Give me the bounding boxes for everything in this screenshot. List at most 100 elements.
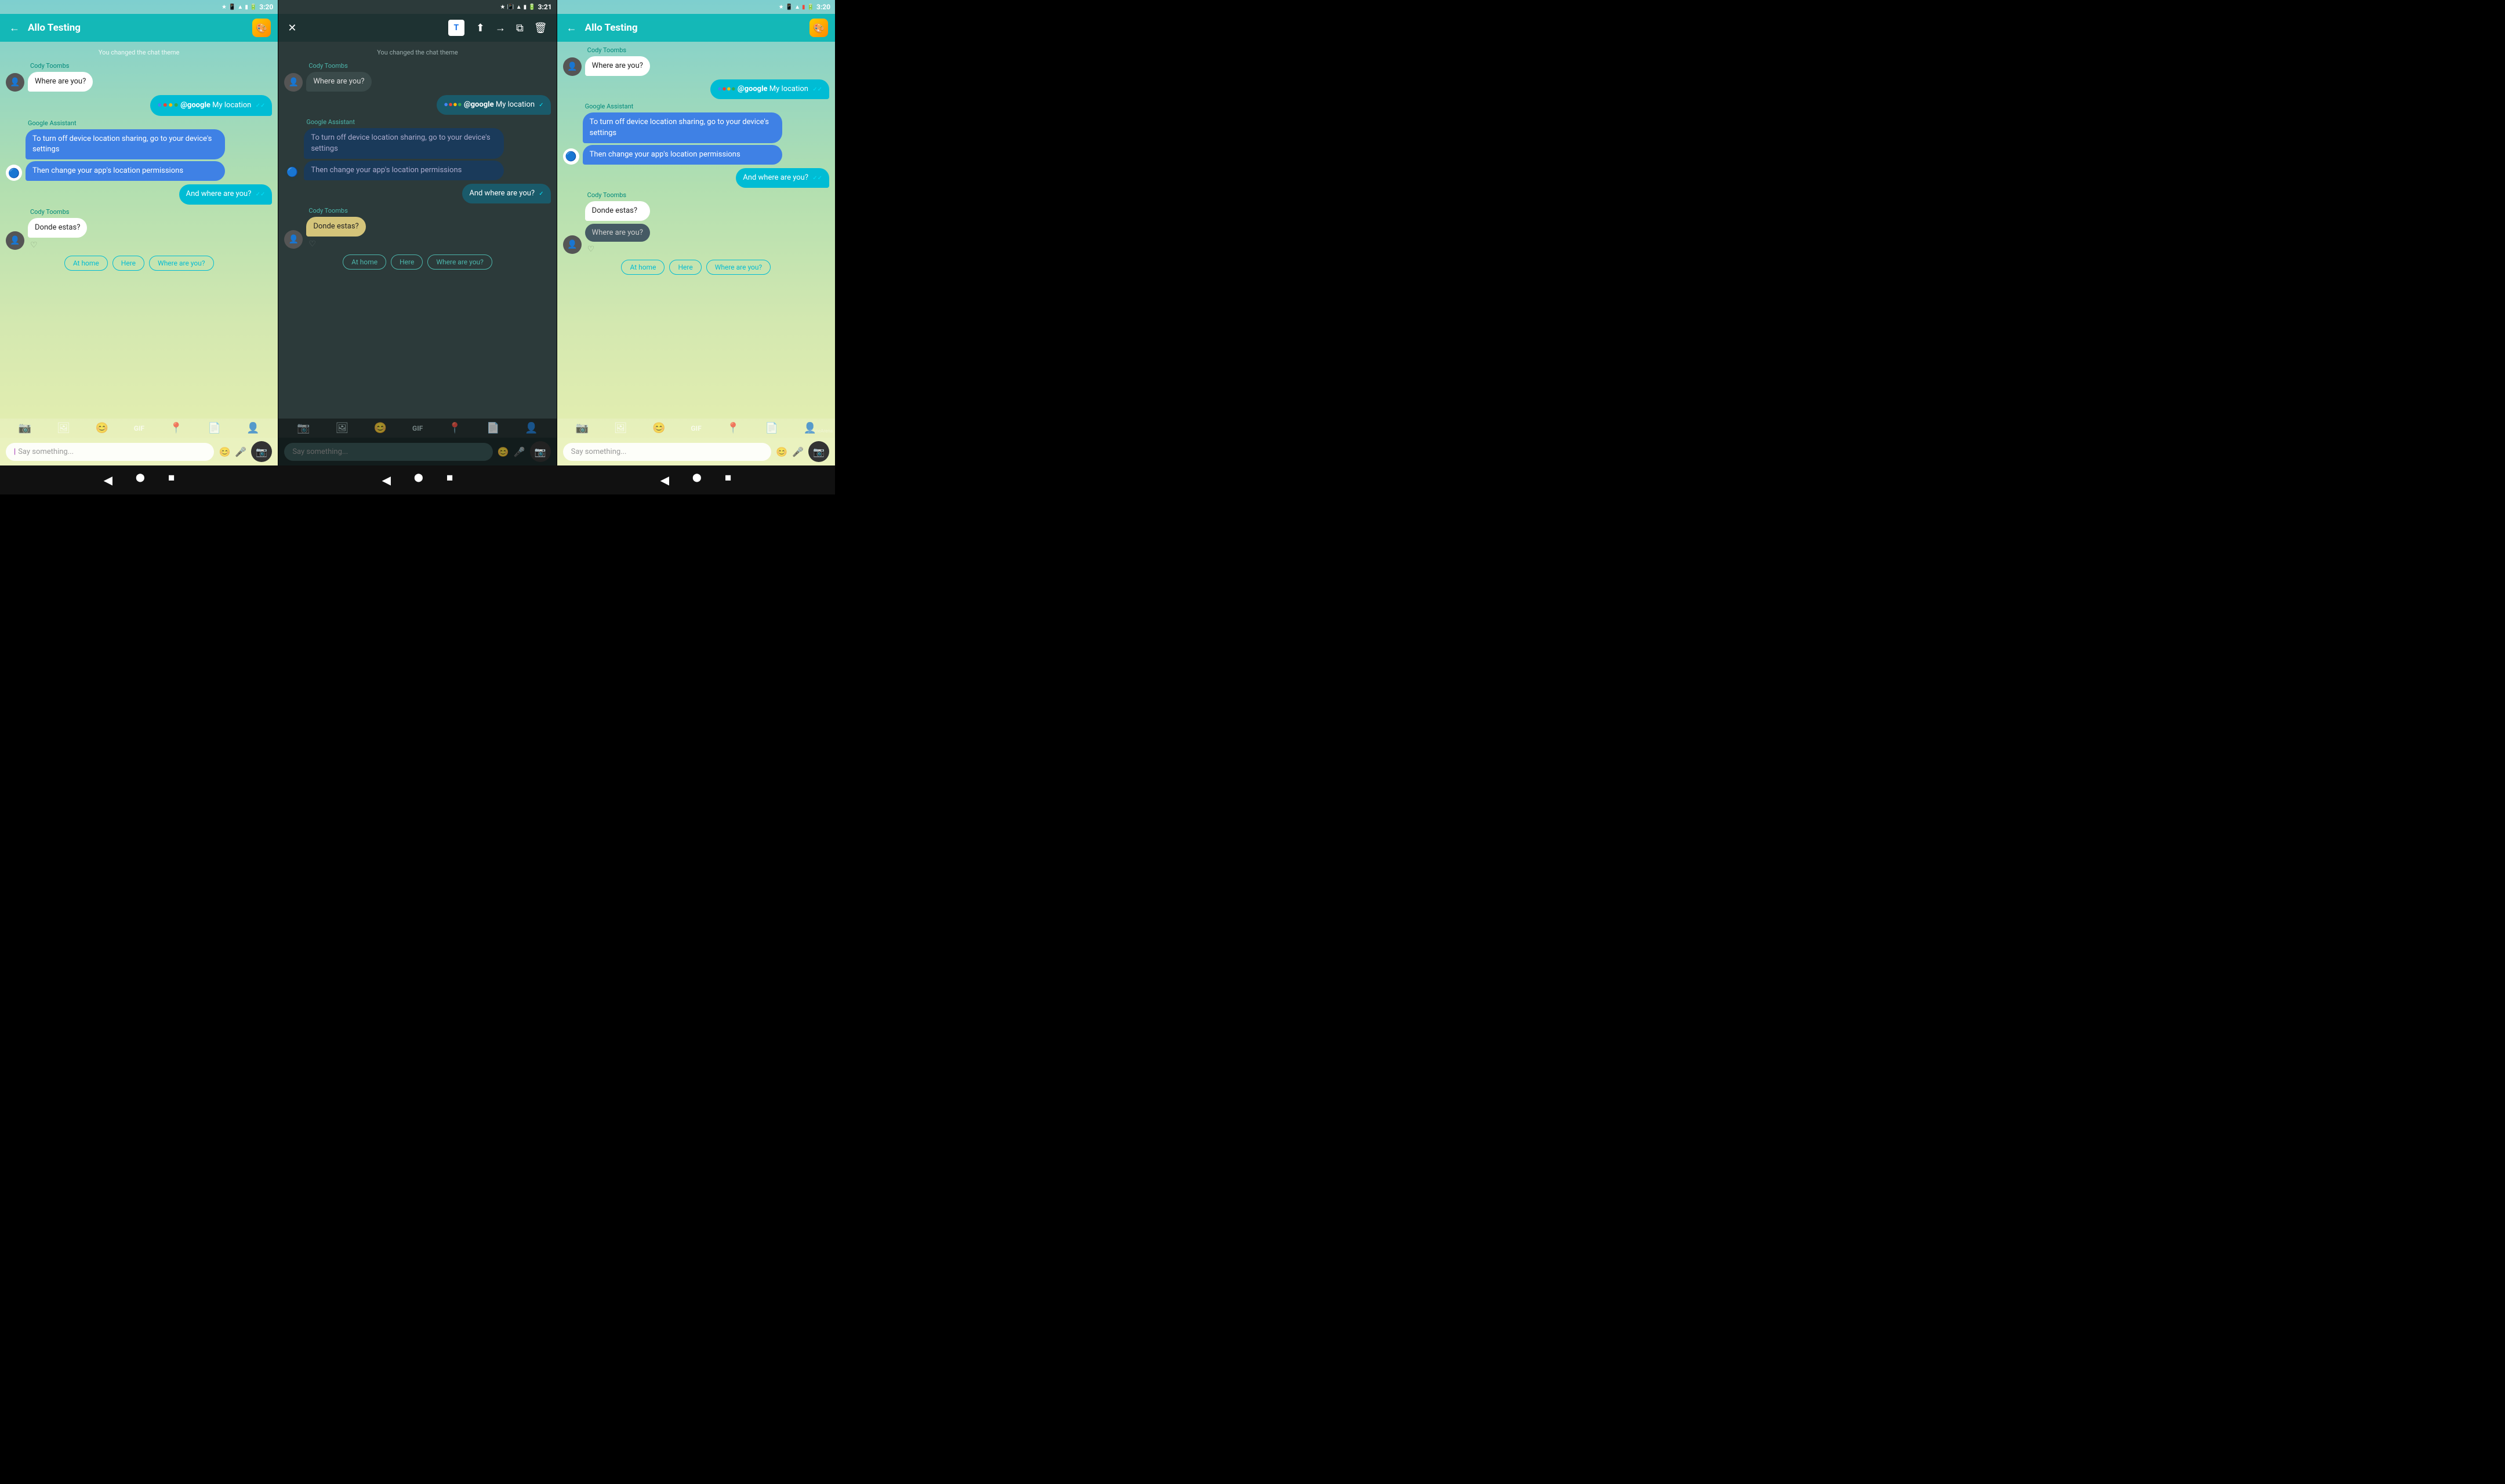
msg-row-4: 👤 Cody Toombs Donde estas? ♡ — [6, 208, 272, 250]
assistant-icon-2: 🔵 — [284, 164, 300, 180]
app-icon-3[interactable]: 🎨 — [809, 19, 828, 37]
input-field-3[interactable]: Say something... — [563, 443, 771, 461]
gif-toolbar-icon-1[interactable]: GIF — [134, 424, 144, 432]
signal-icon-3: ▮ — [802, 4, 805, 10]
back-button-1[interactable]: ← — [7, 20, 22, 37]
file-toolbar-icon-1[interactable]: 📄 — [208, 422, 221, 434]
camera-button-1[interactable]: 📷 — [251, 441, 272, 462]
input-field-2[interactable]: Say something... — [284, 443, 492, 461]
wifi-icon-2: ▲ — [516, 4, 522, 10]
chat-title-1: Allo Testing — [28, 22, 246, 34]
image-toolbar-icon-3[interactable]: 🖼 — [614, 422, 627, 434]
emoji-input-icon-3[interactable]: 😊 — [776, 446, 787, 457]
nav-back-2[interactable]: ◀ — [371, 468, 402, 492]
delete-icon-2[interactable]: 🗑 — [532, 20, 550, 37]
signal-icon: ▮ — [245, 4, 248, 10]
chip-at-home-3[interactable]: At home — [621, 260, 665, 275]
nav-back-3[interactable]: ◀ — [649, 468, 681, 492]
app-icon-emoji-1: 🎨 — [256, 23, 267, 34]
msg-group-3-1: Cody Toombs Donde estas? Where are you? … — [585, 191, 650, 254]
nav-home-3[interactable]: ⬤ — [681, 468, 713, 492]
assistant-group-2: Google Assistant To turn off device loca… — [304, 118, 503, 180]
chip-where-3[interactable]: Where are you? — [706, 260, 771, 275]
msg-row-2-1: 👤 Cody Toombs Where are you? — [284, 62, 550, 92]
chips-row-2: At home Here Where are you? — [284, 252, 550, 272]
nav-back-1[interactable]: ◀ — [92, 468, 124, 492]
vibrate-icon-3: 📳 — [786, 4, 793, 10]
translate-icon-2[interactable]: T — [448, 20, 464, 36]
msg-group-2: Cody Toombs Donde estas? ♡ — [28, 208, 87, 250]
nav-home-2[interactable]: ⬤ — [402, 468, 435, 492]
location-toolbar-icon-3[interactable]: 📍 — [727, 422, 739, 434]
bubble-where-3-0: Where are you? — [585, 56, 650, 76]
chip-here-1[interactable]: Here — [112, 256, 144, 271]
file-toolbar-icon-3[interactable]: 📄 — [765, 422, 778, 434]
chip-where-2[interactable]: Where are you? — [427, 254, 492, 270]
nav-home-1[interactable]: ⬤ — [124, 468, 157, 492]
nav-recent-1[interactable]: ◼ — [157, 468, 187, 492]
camera-btn-icon-1: 📷 — [256, 446, 267, 457]
mic-input-icon-1[interactable]: 🎤 — [235, 446, 246, 457]
heart-icon-2[interactable]: ♡ — [308, 239, 365, 249]
contact-toolbar-icon-1[interactable]: 👤 — [246, 422, 259, 434]
chip-here-3[interactable]: Here — [669, 260, 701, 275]
msg-row-2-4: 👤 Cody Toombs Donde estas? ♡ — [284, 207, 550, 249]
bubble-assistant-3b: Then change your app's location permissi… — [583, 145, 782, 165]
avatar-cody-3-1: 👤 — [563, 235, 582, 254]
bluetooth-icon-2: ★ — [500, 4, 505, 10]
chat-area-3: 👤 Cody Toombs Where are you? ●●●● @googl… — [557, 42, 835, 419]
chat-area-2: You changed the chat theme 👤 Cody Toombs… — [278, 42, 556, 419]
mic-input-icon-2[interactable]: 🎤 — [514, 446, 525, 457]
nav-recent-3[interactable]: ◼ — [713, 468, 743, 492]
copy-icon-2[interactable]: ⧉ — [514, 20, 526, 37]
emoji-toolbar-icon-1[interactable]: 😊 — [96, 422, 108, 434]
google-mention-3: @google — [738, 85, 768, 93]
chip-where-1[interactable]: Where are you? — [149, 256, 213, 271]
emoji-input-icon-2[interactable]: 😊 — [498, 446, 509, 457]
camera-toolbar-icon-1[interactable]: 📷 — [19, 422, 31, 434]
mic-input-icon-3[interactable]: 🎤 — [792, 446, 804, 457]
app-icon-1[interactable]: 🎨 — [252, 19, 271, 37]
file-toolbar-icon-2[interactable]: 📄 — [487, 422, 499, 434]
bubble-google-2: ●●●● @google My location ✓ — [437, 95, 550, 115]
emoji-toolbar-icon-3[interactable]: 😊 — [652, 422, 665, 434]
nav-recent-2[interactable]: ◼ — [435, 468, 465, 492]
emoji-toolbar-icon-2[interactable]: 😊 — [374, 422, 387, 434]
contact-toolbar-icon-2[interactable]: 👤 — [525, 422, 538, 434]
input-field-1[interactable]: | Say something... — [6, 443, 214, 461]
location-toolbar-icon-2[interactable]: 📍 — [448, 422, 461, 434]
input-placeholder-3: Say something... — [571, 448, 627, 456]
image-toolbar-icon-2[interactable]: 🖼 — [335, 422, 348, 434]
nav-section-3: ◀ ⬤ ◼ — [557, 468, 835, 492]
chat-title-3: Allo Testing — [585, 22, 804, 34]
signal-icon-2: ▮ — [524, 4, 527, 10]
chip-here-2[interactable]: Here — [391, 254, 423, 270]
bubble-donde-1: Donde estas? — [28, 218, 87, 238]
forward-icon-2[interactable]: → — [493, 20, 508, 37]
bubble-donde-3: Donde estas? — [585, 201, 650, 221]
back-button-3[interactable]: ← — [564, 20, 579, 37]
input-area-2: Say something... 😊 🎤 📷 — [278, 438, 556, 465]
battery-icon-3: 🔋 — [807, 4, 814, 10]
chip-at-home-2[interactable]: At home — [343, 254, 386, 270]
gif-toolbar-icon-2[interactable]: GIF — [412, 424, 423, 432]
camera-toolbar-icon-2[interactable]: 📷 — [297, 422, 310, 434]
chip-at-home-1[interactable]: At home — [64, 256, 108, 271]
camera-button-2[interactable]: 📷 — [530, 441, 551, 462]
vibrate-icon: 📳 — [228, 4, 235, 10]
nav-bar: ◀ ⬤ ◼ ◀ ⬤ ◼ ◀ ⬤ ◼ — [0, 465, 835, 494]
location-toolbar-icon-1[interactable]: 📍 — [170, 422, 183, 434]
share-icon-2[interactable]: ⬆ — [474, 20, 487, 37]
close-button-2[interactable]: ✕ — [285, 20, 299, 37]
emoji-input-icon-1[interactable]: 😊 — [219, 446, 230, 457]
heart-icon-1[interactable]: ♡ — [30, 241, 87, 250]
msg-row-2: ●●●● @google My location ✓✓ — [6, 95, 272, 116]
camera-toolbar-icon-3[interactable]: 📷 — [576, 422, 589, 434]
input-area-3: Say something... 😊 🎤 📷 — [557, 438, 835, 465]
camera-button-3[interactable]: 📷 — [808, 441, 829, 462]
image-toolbar-icon-1[interactable]: 🖼 — [57, 422, 70, 434]
gif-toolbar-icon-3[interactable]: GIF — [691, 424, 701, 432]
heart-icon-3[interactable]: ♡ — [587, 245, 650, 254]
msg-row-3: And where are you? ✓✓ — [6, 184, 272, 204]
chips-row-3: At home Here Where are you? — [563, 257, 829, 277]
